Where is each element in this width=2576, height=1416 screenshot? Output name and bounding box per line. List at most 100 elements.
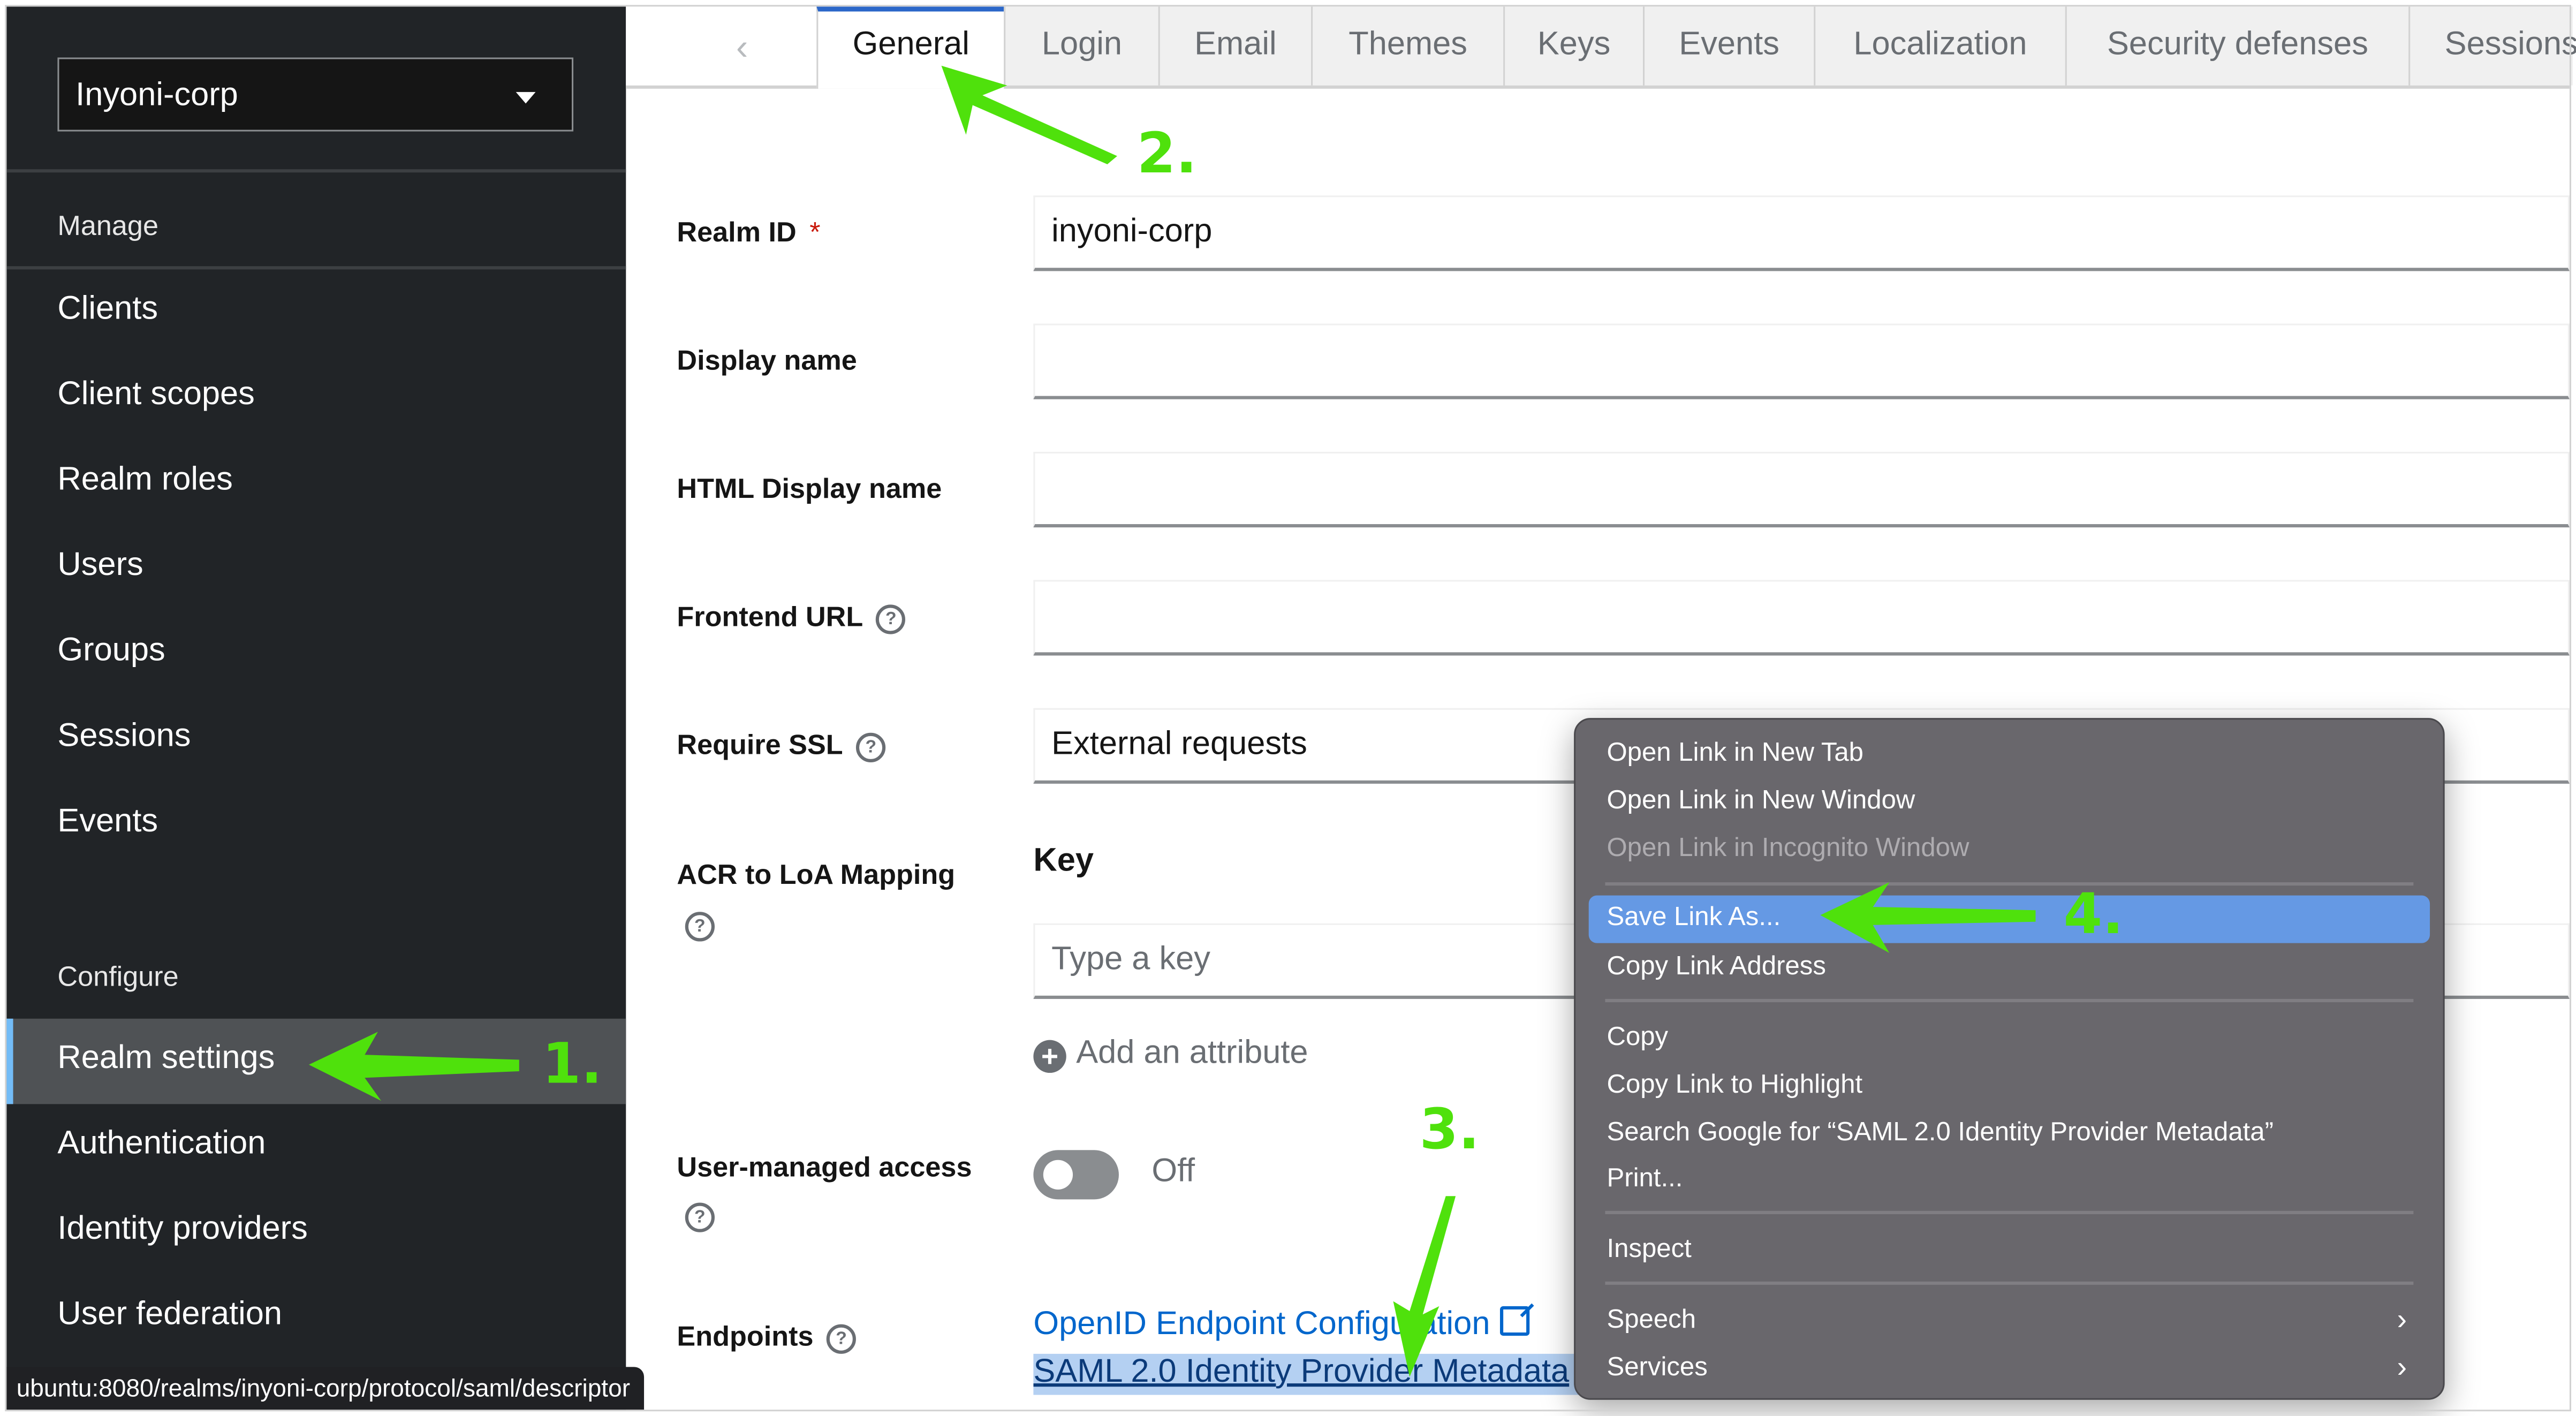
sidebar-item-label: Sessions [57, 718, 191, 754]
menu-item-label: Copy [1607, 1023, 1669, 1052]
sidebar-item-label: Users [57, 547, 143, 584]
sidebar-item-authentication[interactable]: Authentication [6, 1104, 626, 1190]
help-icon[interactable]: ? [876, 603, 906, 634]
acr-key-header: Key [1033, 843, 1094, 879]
sidebar-item-client-scopes[interactable]: Client scopes [6, 355, 626, 441]
menu-open-new-window[interactable]: Open Link in New Window [1589, 779, 2430, 827]
frontend-url-label-text: Frontend URL [677, 601, 863, 633]
sidebar-item-users[interactable]: Users [6, 526, 626, 611]
html-display-name-field[interactable] [1033, 451, 2570, 528]
help-icon[interactable]: ? [685, 912, 715, 942]
active-indicator [6, 1018, 13, 1104]
frontend-url-field[interactable] [1033, 580, 2570, 656]
html-display-name-input[interactable] [1035, 453, 2568, 525]
screenshot-stage: Inyoni-corp Manage Clients Client scopes… [0, 0, 2576, 1416]
tab-label: Keys [1537, 26, 1611, 63]
sidebar-divider [6, 169, 626, 173]
tab-label: Localization [1853, 26, 2027, 63]
realm-selector[interactable]: Inyoni-corp [57, 57, 574, 132]
realm-id-field[interactable] [1033, 195, 2570, 271]
menu-copy-link-address[interactable]: Copy Link Address [1589, 945, 2430, 993]
sidebar-item-label: Realm roles [57, 461, 233, 498]
tab-sessions[interactable]: Sessions [2408, 6, 2576, 86]
tab-scroll-left-button[interactable]: ‹ [626, 6, 817, 86]
require-ssl-label-text: Require SSL [677, 729, 843, 761]
menu-print[interactable]: Print... [1589, 1157, 2430, 1205]
add-attribute-button[interactable]: + Add an attribute [1033, 1035, 1308, 1073]
menu-speech[interactable]: Speech › [1589, 1298, 2430, 1346]
menu-services[interactable]: Services › [1589, 1346, 2430, 1394]
endpoints-label: Endpoints? [677, 1321, 857, 1353]
realm-id-label-text: Realm ID [677, 217, 797, 248]
sidebar-item-label: Realm settings [57, 1040, 275, 1077]
require-ssl-label: Require SSL? [677, 729, 886, 762]
user-managed-access-toggle[interactable] [1033, 1150, 1119, 1200]
openid-endpoint-label: OpenID Endpoint Configuration [1033, 1306, 1490, 1343]
display-name-label: Display name [677, 345, 857, 376]
menu-copy-link-to-highlight[interactable]: Copy Link to Highlight [1589, 1063, 2430, 1111]
html-display-name-label: HTML Display name [677, 473, 942, 505]
tab-label: Email [1194, 26, 1277, 63]
sidebar-item-events[interactable]: Events [6, 782, 626, 868]
tab-label: Themes [1348, 26, 1468, 63]
menu-copy[interactable]: Copy [1589, 1016, 2430, 1063]
step-1-label: 1. [542, 1032, 603, 1098]
menu-item-label: Copy Link to Highlight [1607, 1071, 1863, 1100]
menu-item-label: Search Google for “SAML 2.0 Identity Pro… [1607, 1118, 2274, 1147]
frontend-url-input[interactable] [1035, 581, 2568, 653]
menu-item-label: Services [1607, 1353, 1708, 1382]
step-4-label: 4. [2063, 882, 2124, 948]
sidebar-item-identity-providers[interactable]: Identity providers [6, 1190, 626, 1275]
realm-selector-value: Inyoni-corp [75, 77, 238, 113]
sidebar-section-manage: Manage [57, 210, 158, 242]
step-2-label: 2. [1137, 122, 1198, 187]
openid-endpoint-link[interactable]: OpenID Endpoint Configuration [1033, 1306, 1530, 1344]
realm-id-label: Realm ID * [677, 217, 820, 249]
tab-general[interactable]: General [816, 6, 1004, 89]
tab-localization[interactable]: Localization [1814, 6, 2065, 86]
required-marker: * [809, 217, 821, 248]
help-icon[interactable]: ? [685, 1202, 715, 1232]
sidebar-item-label: Identity providers [57, 1210, 308, 1247]
menu-save-link-as[interactable]: Save Link As... [1588, 895, 2430, 943]
menu-search-google[interactable]: Search Google for “SAML 2.0 Identity Pro… [1589, 1111, 2430, 1158]
sidebar-item-label: Clients [57, 291, 158, 327]
sidebar-section-configure: Configure [57, 961, 179, 993]
tab-keys[interactable]: Keys [1503, 6, 1643, 86]
tab-login[interactable]: Login [1004, 6, 1158, 86]
menu-item-label: Open Link in New Window [1607, 787, 1915, 815]
menu-open-new-tab[interactable]: Open Link in New Tab [1589, 731, 2430, 779]
tab-label: Security defenses [2107, 26, 2368, 63]
display-name-input[interactable] [1035, 325, 2568, 396]
sidebar-item-user-federation[interactable]: User federation [6, 1275, 626, 1361]
tab-email[interactable]: Email [1158, 6, 1312, 86]
help-icon[interactable]: ? [827, 1323, 857, 1353]
menu-item-label: Print... [1607, 1164, 1683, 1193]
sidebar-item-label: Authentication [57, 1125, 266, 1162]
menu-inspect[interactable]: Inspect [1589, 1228, 2430, 1275]
menu-item-label: Open Link in New Tab [1607, 739, 1864, 768]
sidebar-item-realm-roles[interactable]: Realm roles [6, 440, 626, 526]
add-attribute-label: Add an attribute [1076, 1035, 1308, 1071]
sidebar-item-label: User federation [57, 1296, 283, 1332]
realm-id-input[interactable] [1035, 197, 2568, 268]
display-name-field[interactable] [1033, 323, 2570, 399]
tab-themes[interactable]: Themes [1311, 6, 1504, 86]
tab-label: General [852, 26, 969, 63]
sidebar-item-realm-settings[interactable]: Realm settings [6, 1018, 626, 1104]
sidebar-item-sessions[interactable]: Sessions [6, 696, 626, 782]
sidebar-item-clients[interactable]: Clients [6, 269, 626, 355]
tab-security-defenses[interactable]: Security defenses [2065, 6, 2409, 86]
help-icon[interactable]: ? [856, 732, 886, 762]
link-status-bar: ubuntu:8080/realms/inyoni-corp/protocol/… [6, 1367, 643, 1410]
sidebar: Inyoni-corp Manage Clients Client scopes… [6, 6, 626, 1410]
tab-events[interactable]: Events [1643, 6, 1814, 86]
menu-separator [1605, 1281, 2414, 1285]
saml-metadata-link[interactable]: SAML 2.0 Identity Provider Metadata [1033, 1353, 1592, 1395]
menu-item-label: Copy Link Address [1607, 953, 1826, 981]
menu-item-label: Inspect [1607, 1235, 1692, 1264]
sidebar-item-groups[interactable]: Groups [6, 611, 626, 697]
frontend-url-label: Frontend URL? [677, 601, 906, 634]
chevron-left-icon: ‹ [736, 26, 748, 67]
tab-label: Sessions [2444, 26, 2576, 63]
